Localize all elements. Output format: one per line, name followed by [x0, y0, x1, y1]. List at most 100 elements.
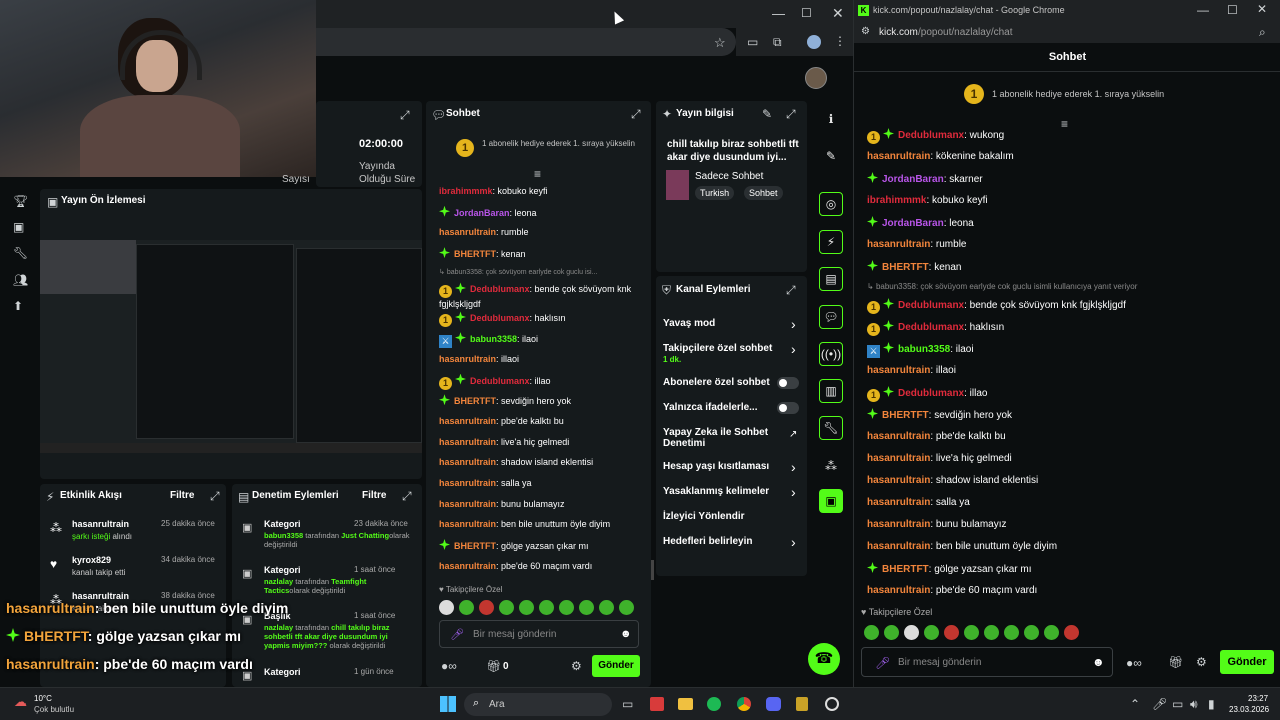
app-icon[interactable]: ▣ [819, 489, 843, 513]
chat-message[interactable]: JordanBaran: leona [867, 216, 1267, 238]
chat-message[interactable]: ibrahimmmk: kobuko keyfi [867, 194, 1267, 216]
chat-message[interactable]: hasanrultrain: rumble [439, 226, 644, 247]
chat-username[interactable]: babun3358 [898, 344, 950, 355]
chat-message[interactable]: hasanrultrain: pbe'de kalktı bu [867, 430, 1267, 452]
chat-username[interactable]: hasanrultrain [867, 519, 930, 530]
mid-message-input[interactable]: 🎤︎ Bir mesaj gönderin ☻ [439, 620, 639, 648]
popout-send-button[interactable]: Gönder [1220, 650, 1274, 674]
expand-icon[interactable]: ⤢ [402, 489, 412, 504]
gift-icon[interactable]: 🎁︎ [1168, 655, 1183, 669]
gift-icon[interactable]: 🎁︎ [486, 659, 501, 673]
edit-pencil-icon[interactable]: ✎ [762, 107, 772, 121]
close-button[interactable]: ✕ [1257, 2, 1267, 16]
chat-username[interactable]: hasanrultrain [439, 499, 496, 509]
mic-icon[interactable]: 🎤︎ [450, 628, 464, 641]
chat-username[interactable]: Dedublumanx [898, 130, 964, 141]
chat-message[interactable]: hasanrultrain: pbe'de 60 maçım vardı [439, 560, 644, 581]
chat-username[interactable]: hasanrultrain [439, 478, 496, 488]
chat-username[interactable]: BHERTFT [882, 564, 929, 575]
expand-icon[interactable]: ⤢ [786, 107, 796, 122]
chat-message[interactable]: hasanrultrain: live'a hiç gelmedi [867, 452, 1267, 474]
tag-1[interactable]: Sohbet [744, 186, 783, 200]
toggle-switch[interactable] [777, 402, 799, 414]
chat-username[interactable]: hasanrultrain [439, 416, 496, 426]
popout-message-input[interactable]: 🎤︎ Bir mesaj gönderin ☻ [861, 647, 1113, 677]
chat-message[interactable]: 1 Dedublumanx: illao [867, 386, 1267, 408]
chat-message[interactable]: ⚔ babun3358: ilaoi [867, 342, 1267, 364]
taskbar-search[interactable]: ⌕ Ara [464, 693, 612, 716]
chat-message[interactable]: BHERTFT: kenan [867, 260, 1267, 282]
chat-icon[interactable]: 💬︎ [819, 305, 843, 329]
chat-message[interactable]: BHERTFT: gölge yazsan çıkar mı [867, 562, 1267, 584]
mid-address-bar[interactable] [316, 28, 736, 56]
chat-message[interactable]: JordanBaran: leona [439, 205, 644, 227]
chat-username[interactable]: JordanBaran [454, 208, 510, 218]
chat-message[interactable]: hasanrultrain: rumble [867, 238, 1267, 260]
site-settings-icon[interactable]: ⚙ [861, 26, 870, 37]
chat-username[interactable]: hasanrultrain [867, 541, 930, 552]
channel-action-item[interactable]: Hesap yaşı kısıtlaması › [663, 457, 801, 482]
channel-action-item[interactable]: İzleyici Yönlendir [663, 507, 801, 532]
activity-user[interactable]: hasanrultrain [72, 519, 129, 529]
emoji-icon[interactable]: ☻ [620, 628, 632, 640]
chat-message[interactable]: 1 Dedublumanx: haklısın [867, 320, 1267, 342]
points-icon[interactable]: ●∞ [1126, 656, 1142, 670]
expand-icon[interactable]: ⤢ [210, 489, 220, 504]
channel-action-item[interactable]: Yasaklanmış kelimeler › [663, 482, 801, 507]
trophy-icon[interactable]: 🏆︎ [13, 194, 28, 208]
chat-username[interactable]: hasanrultrain [439, 457, 496, 467]
chat-message[interactable]: hasanrultrain: shadow island eklentisi [439, 456, 644, 477]
app-icon[interactable] [796, 697, 808, 711]
chat-username[interactable]: Dedublumanx [470, 313, 530, 323]
chat-message[interactable]: ibrahimmmk: kobuko keyfi [439, 185, 644, 206]
channel-action-item[interactable]: Abonelere özel sohbet [663, 373, 801, 398]
cast-icon[interactable]: ▭ [747, 35, 758, 49]
chat-message[interactable]: BHERTFT: kenan [439, 247, 644, 268]
app-red-icon[interactable] [650, 697, 664, 711]
discord-icon[interactable] [766, 697, 781, 711]
chrome-icon[interactable] [737, 697, 751, 711]
tag-0[interactable]: Turkish [695, 186, 735, 200]
profile-avatar[interactable] [807, 35, 821, 49]
chat-message[interactable]: hasanrultrain: illaoi [439, 353, 644, 374]
chat-username[interactable]: babun3358 [470, 334, 517, 344]
category-thumbnail[interactable] [666, 170, 689, 200]
expand-icon[interactable]: ⤢ [400, 108, 410, 123]
channel-action-item[interactable]: Yavaş mod › [663, 314, 801, 339]
chat-username[interactable]: Dedublumanx [470, 376, 530, 386]
category-name[interactable]: Sadece Sohbet [695, 171, 763, 182]
settings-gear-icon[interactable]: ⚙ [571, 659, 582, 673]
chat-username[interactable]: Dedublumanx [898, 300, 964, 311]
chat-username[interactable]: Dedublumanx [898, 322, 964, 333]
chevron-right-icon[interactable]: › [791, 316, 796, 332]
activity-filter[interactable]: Filtre [170, 490, 194, 501]
send-button[interactable]: Gönder [592, 655, 640, 677]
zoom-icon[interactable]: ⌕ [1259, 25, 1266, 40]
maximize-button[interactable]: ☐ [1227, 3, 1238, 17]
clock-date[interactable]: 23.03.2026 [1229, 705, 1269, 714]
support-button[interactable]: ☎︎ [808, 643, 840, 675]
battery-icon[interactable]: ▮ [1208, 697, 1215, 711]
folder-icon[interactable] [678, 698, 693, 710]
pinned-banner[interactable]: 1 1 abonelik hediye ederek 1. sıraya yük… [456, 139, 636, 157]
settings-gear-icon[interactable]: ⚙ [1196, 655, 1207, 669]
emote-bar[interactable] [439, 599, 639, 617]
minimize-button[interactable]: — [1197, 3, 1209, 17]
expand-icon[interactable]: ⤢ [786, 283, 796, 298]
moderation-filter[interactable]: Filtre [362, 490, 386, 501]
notes-icon[interactable]: ▤ [819, 267, 843, 291]
volume-icon[interactable]: 🔊︎ [1190, 697, 1198, 712]
clip-icon[interactable]: ◎ [819, 192, 843, 216]
channel-action-item[interactable]: Takipçilere özel sohbet 1 dk. › [663, 339, 801, 373]
chat-message[interactable]: hasanrultrain: pbe'de kalktı bu [439, 415, 644, 436]
mic-tray-icon[interactable]: 🎤︎ [1152, 697, 1167, 711]
weather-icon[interactable]: ☁ [14, 694, 27, 710]
chevron-right-icon[interactable]: › [791, 484, 796, 500]
extensions-icon[interactable]: ⧉ [773, 35, 782, 50]
chat-message[interactable]: BHERTFT: sevdiğin hero yok [867, 408, 1267, 430]
menu-dots-icon[interactable]: ⋮ [834, 34, 846, 48]
clock-time[interactable]: 23:27 [1248, 694, 1268, 703]
channel-action-item[interactable]: Hedefleri belirleyin › [663, 532, 801, 557]
chat-username[interactable]: hasanrultrain [867, 365, 930, 376]
chat-message[interactable]: 1 Dedublumanx: wukong [867, 128, 1267, 150]
